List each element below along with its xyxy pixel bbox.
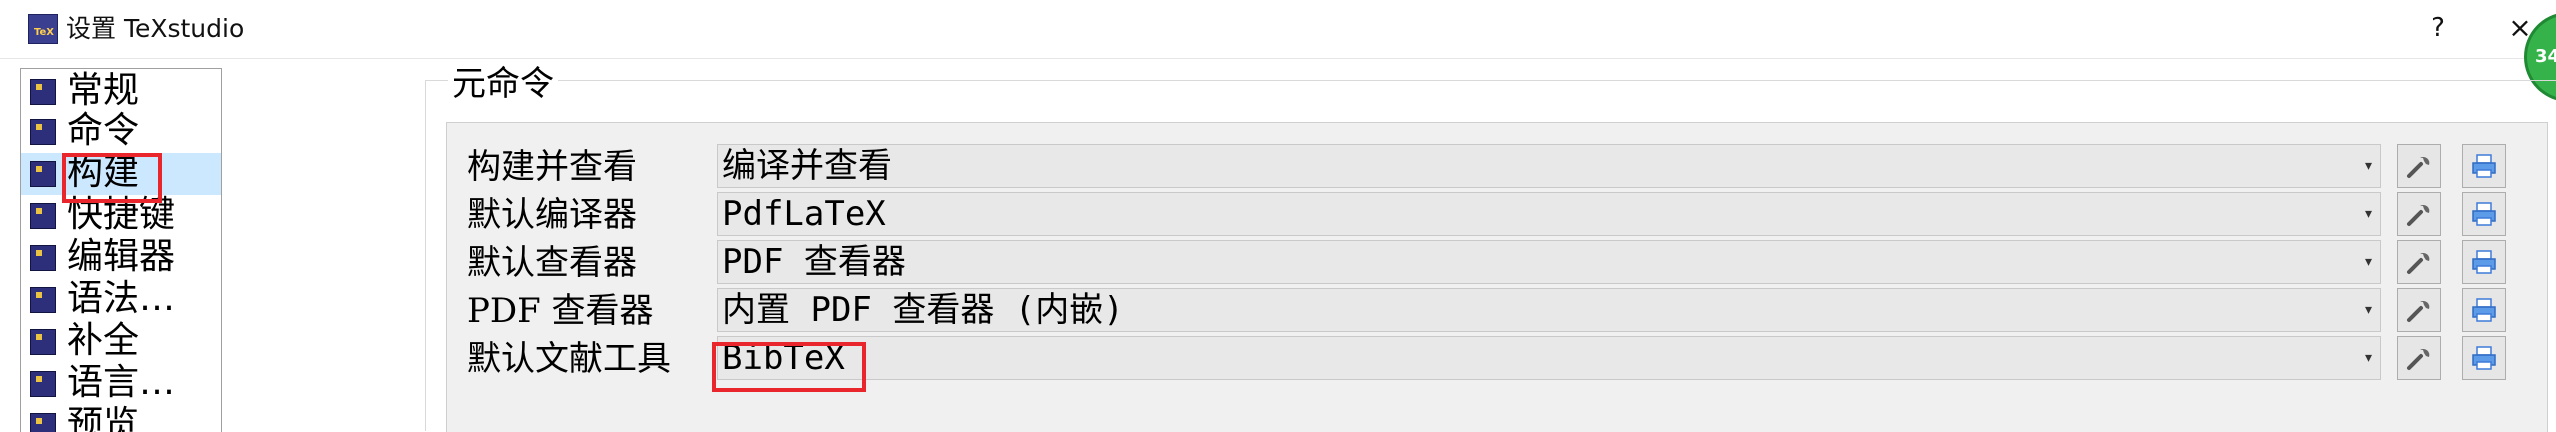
combobox-value: PdfLaTeX — [722, 194, 886, 234]
syntax-icon — [30, 287, 56, 313]
settings-category-list: 常规 命令 构建 快捷键 编辑器 语法… 补全 语言… 预览 — [20, 68, 222, 432]
command-combobox[interactable]: PdfLaTeX ▾ — [717, 192, 2381, 236]
default-command-button[interactable] — [2462, 144, 2506, 188]
wrench-icon — [2407, 348, 2430, 370]
completion-icon — [30, 329, 56, 355]
highlight-box-bibtex — [712, 342, 866, 392]
nav-item-completion[interactable]: 补全 — [21, 320, 221, 363]
printer-icon — [2472, 250, 2496, 274]
texstudio-app-icon: TeX — [28, 14, 58, 44]
nav-item-label: 预览 — [67, 404, 140, 432]
title-bar: TeX 设置 TeXstudio ? × — [0, 0, 2556, 59]
command-label: 默认编译器 — [467, 195, 637, 235]
default-command-button[interactable] — [2462, 240, 2506, 284]
language-icon — [30, 371, 56, 397]
nav-item-label: 语言… — [67, 362, 176, 403]
commands-icon — [30, 119, 56, 145]
chevron-down-icon: ▾ — [2364, 158, 2372, 174]
configure-button[interactable] — [2397, 240, 2441, 284]
command-row: 构建并查看 编译并查看 ▾ — [447, 143, 2547, 191]
combobox-value: 编译并查看 — [722, 146, 892, 186]
nav-item-general[interactable]: 常规 — [21, 70, 221, 113]
combobox-value: PDF 查看器 — [722, 242, 906, 282]
command-label: 默认文献工具 — [467, 339, 671, 379]
printer-icon — [2472, 202, 2496, 226]
help-button[interactable]: ? — [2418, 8, 2458, 48]
configure-button[interactable] — [2397, 144, 2441, 188]
command-row: 默认查看器 PDF 查看器 ▾ — [447, 239, 2547, 287]
general-settings-icon — [30, 79, 56, 105]
command-combobox[interactable]: PDF 查看器 ▾ — [717, 240, 2381, 284]
window-title: 设置 TeXstudio — [66, 14, 245, 43]
chevron-down-icon: ▾ — [2364, 302, 2372, 318]
nav-item-preview[interactable]: 预览 — [21, 404, 221, 432]
chevron-down-icon: ▾ — [2364, 206, 2372, 222]
highlight-box-build — [62, 153, 162, 203]
editor-icon — [30, 245, 56, 271]
combobox-value: 内置 PDF 查看器 (内嵌) — [722, 290, 1124, 330]
command-label: 默认查看器 — [467, 243, 637, 283]
printer-icon — [2472, 346, 2496, 370]
group-frame-top — [425, 80, 2556, 81]
configure-button[interactable] — [2397, 192, 2441, 236]
group-frame-left — [425, 80, 426, 431]
nav-item-label: 常规 — [67, 70, 140, 111]
nav-item-label: 命令 — [67, 110, 140, 151]
build-icon — [30, 161, 56, 187]
configure-button[interactable] — [2397, 336, 2441, 380]
printer-icon — [2472, 154, 2496, 178]
default-command-button[interactable] — [2462, 192, 2506, 236]
nav-item-editor[interactable]: 编辑器 — [21, 236, 221, 279]
nav-item-label: 语法… — [67, 278, 176, 319]
chevron-down-icon: ▾ — [2364, 254, 2372, 270]
chevron-down-icon: ▾ — [2364, 350, 2372, 366]
nav-item-syntax[interactable]: 语法… — [21, 278, 221, 321]
command-combobox[interactable]: 编译并查看 ▾ — [717, 144, 2381, 188]
command-label: PDF 查看器 — [467, 291, 654, 331]
command-row: 默认编译器 PdfLaTeX ▾ — [447, 191, 2547, 239]
wrench-icon — [2407, 204, 2430, 226]
printer-icon — [2472, 298, 2496, 322]
nav-item-label: 编辑器 — [67, 236, 176, 277]
wrench-icon — [2407, 300, 2430, 322]
nav-item-label: 补全 — [67, 320, 140, 361]
nav-item-language[interactable]: 语言… — [21, 362, 221, 405]
nav-item-commands[interactable]: 命令 — [21, 110, 221, 153]
preview-icon — [30, 413, 56, 432]
command-row: PDF 查看器 内置 PDF 查看器 (内嵌) ▾ — [447, 287, 2547, 335]
configure-button[interactable] — [2397, 288, 2441, 332]
shortcuts-icon — [30, 203, 56, 229]
default-command-button[interactable] — [2462, 288, 2506, 332]
wrench-icon — [2407, 252, 2430, 274]
command-combobox[interactable]: BibTeX ▾ — [717, 336, 2381, 380]
command-combobox[interactable]: 内置 PDF 查看器 (内嵌) ▾ — [717, 288, 2381, 332]
default-command-button[interactable] — [2462, 336, 2506, 380]
wrench-icon — [2407, 156, 2430, 178]
command-label: 构建并查看 — [467, 147, 637, 187]
group-title-meta-commands: 元命令 — [448, 62, 558, 106]
